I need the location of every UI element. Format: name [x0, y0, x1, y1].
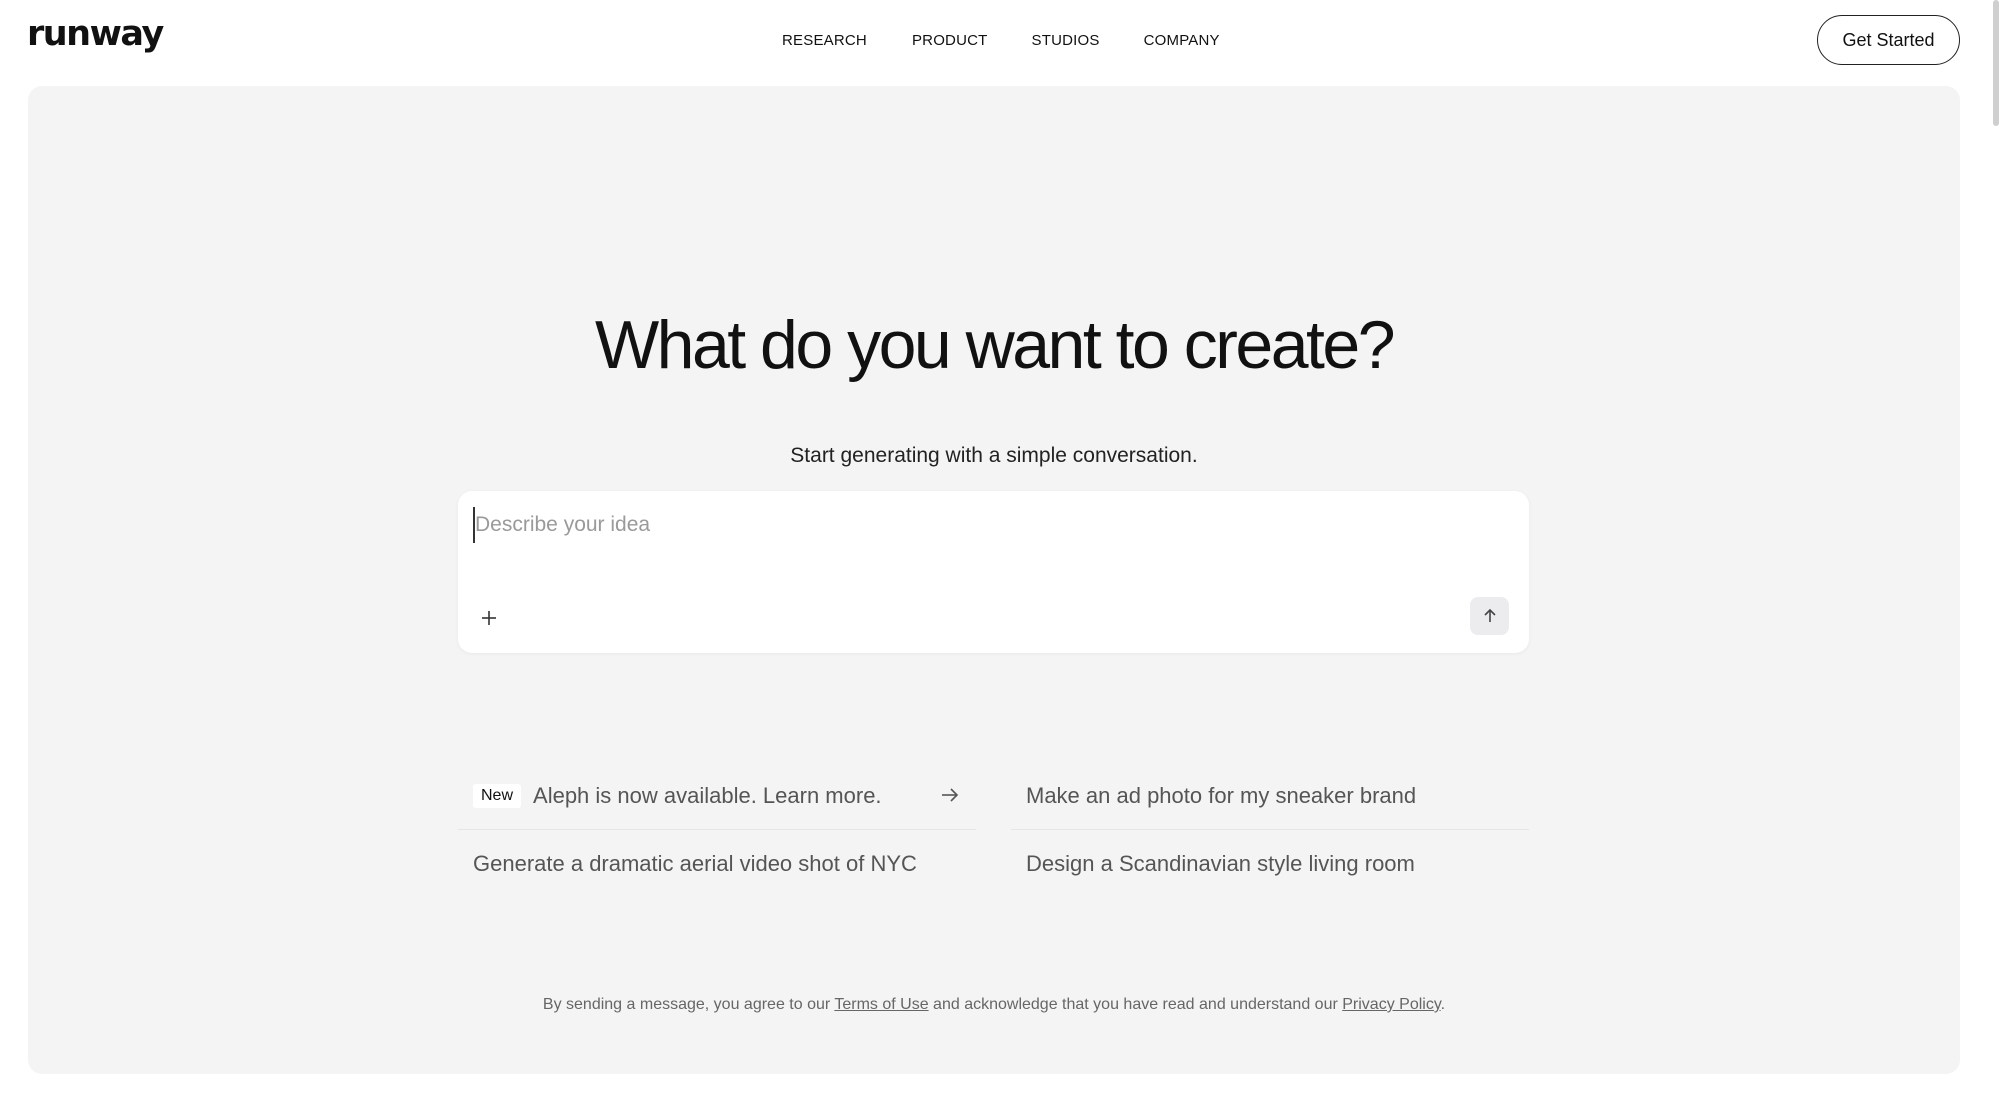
nav-company[interactable]: COMPANY	[1144, 32, 1220, 49]
send-button[interactable]	[1470, 597, 1509, 635]
nav-studios[interactable]: STUDIOS	[1032, 32, 1100, 49]
arrow-right-icon	[942, 788, 959, 802]
hero-panel: What do you want to create? Start genera…	[28, 86, 1960, 1074]
suggestion-living-room[interactable]: Design a Scandinavian style living room	[1011, 830, 1529, 898]
runway-logo[interactable]: runway	[27, 14, 164, 54]
prompt-input[interactable]	[473, 507, 1503, 543]
suggestion-label: Make an ad photo for my sneaker brand	[1026, 782, 1417, 808]
site-header: runway RESEARCH PRODUCT STUDIOS COMPANY …	[0, 0, 1999, 85]
hero-title: What do you want to create?	[594, 307, 1396, 383]
consent-text-1: By sending a message, you agree to our	[542, 996, 835, 1013]
arrow-up-icon	[1483, 608, 1496, 622]
consent-text-3: .	[1440, 996, 1446, 1013]
hero-subtitle: Start generating with a simple conversat…	[790, 444, 1198, 467]
plus-icon[interactable]	[476, 605, 502, 631]
get-started-button[interactable]: Get Started	[1817, 15, 1960, 65]
terms-link[interactable]: Terms of Use	[834, 996, 928, 1013]
suggestion-aleph[interactable]: New Aleph is now available. Learn more.	[458, 762, 976, 830]
nav-product[interactable]: PRODUCT	[912, 32, 988, 49]
consent-note: By sending a message, you agree to our T…	[28, 996, 1960, 1014]
consent-text-2: and acknowledge that you have read and u…	[928, 996, 1343, 1013]
scrollbar-thumb[interactable]	[1993, 0, 1999, 126]
suggestion-label: Design a Scandinavian style living room	[1026, 851, 1415, 876]
suggestion-nyc[interactable]: Generate a dramatic aerial video shot of…	[458, 830, 976, 898]
suggestion-sneaker[interactable]: Make an ad photo for my sneaker brand	[1011, 762, 1529, 830]
new-badge: New	[473, 783, 522, 808]
nav-research[interactable]: RESEARCH	[782, 32, 867, 49]
suggestion-label: Aleph is now available. Learn more.	[533, 782, 882, 808]
suggestion-label: Generate a dramatic aerial video shot of…	[473, 851, 917, 876]
prompt-box	[458, 491, 1529, 653]
privacy-link[interactable]: Privacy Policy	[1342, 996, 1440, 1013]
main-nav: RESEARCH PRODUCT STUDIOS COMPANY	[782, 32, 1220, 49]
